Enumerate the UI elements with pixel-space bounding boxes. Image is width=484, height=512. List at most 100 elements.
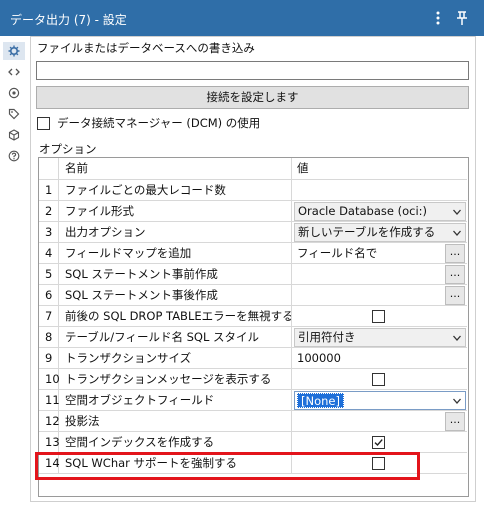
options-label: オプション bbox=[39, 142, 97, 156]
option-value: フィールド名で bbox=[297, 246, 378, 260]
configuration-tab[interactable] bbox=[3, 42, 25, 60]
option-row[interactable]: 2 ファイル形式 Oracle Database (oci:) bbox=[39, 201, 467, 222]
option-name: ファイルごとの最大レコード数 bbox=[60, 180, 292, 200]
option-value-cell: 引用符付き bbox=[293, 327, 467, 347]
more-options-icon[interactable] bbox=[433, 9, 443, 27]
option-value-cell: ... bbox=[293, 285, 467, 305]
option-value-cell: Oracle Database (oci:) bbox=[293, 201, 467, 221]
title-bar: データ出力 (7) - 設定 bbox=[0, 0, 484, 36]
dropdown-value: Oracle Database (oci:) bbox=[298, 204, 428, 218]
code-icon bbox=[8, 68, 20, 76]
option-value-cell: ... bbox=[293, 411, 467, 431]
option-value-cell: [None] bbox=[293, 390, 467, 410]
gear-icon bbox=[8, 45, 20, 57]
row-number: 12 bbox=[39, 411, 60, 431]
option-row[interactable]: 11 空間オブジェクトフィールド [None] bbox=[39, 390, 467, 411]
option-row[interactable]: 6 SQL ステートメント事後作成... bbox=[39, 285, 467, 306]
chevron-down-icon bbox=[453, 209, 461, 215]
option-name: SQL ステートメント事前作成 bbox=[60, 264, 292, 284]
option-row[interactable]: 4 フィールドマップを追加 フィールド名で... bbox=[39, 243, 467, 264]
row-number: 9 bbox=[39, 348, 59, 368]
target-label: ファイルまたはデータベースへの書き込み bbox=[37, 41, 255, 55]
annotation-tab[interactable] bbox=[3, 105, 25, 123]
row-number: 14 bbox=[39, 453, 60, 473]
option-name: 出力オプション bbox=[60, 222, 292, 242]
option-name: フィールドマップを追加 bbox=[60, 243, 292, 263]
option-dropdown[interactable]: [None] bbox=[294, 391, 466, 410]
option-value-cell bbox=[293, 180, 467, 200]
row-number: 3 bbox=[39, 222, 59, 242]
options-grid: 名前 値 1 ファイルごとの最大レコード数 2 ファイル形式 Oracle Databa… bbox=[38, 157, 469, 497]
option-value-cell: 新しいテーブルを作成する bbox=[293, 222, 467, 242]
option-value-cell bbox=[293, 453, 467, 473]
row-number: 4 bbox=[39, 243, 59, 263]
option-value-cell: フィールド名で... bbox=[293, 243, 467, 263]
target-input[interactable] bbox=[36, 61, 469, 80]
browse-button[interactable]: ... bbox=[445, 286, 465, 305]
option-checkbox[interactable] bbox=[372, 457, 385, 470]
value-column-header: 値 bbox=[293, 158, 467, 179]
row-number: 13 bbox=[39, 432, 60, 452]
pin-icon[interactable] bbox=[455, 9, 469, 27]
row-number: 7 bbox=[39, 306, 59, 326]
option-checkbox[interactable] bbox=[372, 436, 385, 449]
dcm-label: データ接続マネージャー (DCM) の使用 bbox=[57, 116, 261, 130]
option-value-cell bbox=[293, 369, 467, 389]
option-checkbox[interactable] bbox=[372, 310, 385, 323]
option-value-cell bbox=[293, 306, 467, 326]
dropdown-value: 引用符付き bbox=[298, 330, 356, 344]
target-tab[interactable] bbox=[3, 84, 25, 102]
dcm-checkbox[interactable] bbox=[37, 116, 50, 130]
chevron-down-icon bbox=[453, 398, 461, 404]
browse-button[interactable]: ... bbox=[445, 412, 465, 431]
option-checkbox[interactable] bbox=[372, 373, 385, 386]
side-toolbar bbox=[0, 36, 30, 512]
option-row[interactable]: 13 空間インデックスを作成する bbox=[39, 432, 467, 453]
row-number: 1 bbox=[39, 180, 59, 200]
option-row[interactable]: 3 出力オプション 新しいテーブルを作成する bbox=[39, 222, 467, 243]
option-name: 空間インデックスを作成する bbox=[60, 432, 292, 452]
option-value-cell bbox=[293, 432, 467, 452]
option-row[interactable]: 1 ファイルごとの最大レコード数 bbox=[39, 180, 467, 201]
option-value-cell: ... bbox=[293, 264, 467, 284]
option-name: 投影法 bbox=[60, 411, 292, 431]
option-name: テーブル/フィールド名 SQL スタイル bbox=[60, 327, 292, 347]
dcm-option: データ接続マネージャー (DCM) の使用 bbox=[37, 115, 260, 131]
option-dropdown[interactable]: 新しいテーブルを作成する bbox=[294, 223, 466, 242]
value-column-label: 値 bbox=[297, 161, 309, 175]
option-row[interactable]: 7 前後の SQL DROP TABLEエラーを無視する bbox=[39, 306, 467, 327]
option-name: 空間オブジェクトフィールド bbox=[60, 390, 292, 410]
grid-header-row: 名前 値 bbox=[39, 158, 467, 180]
browse-button[interactable]: ... bbox=[445, 265, 465, 284]
checkmark-icon bbox=[374, 439, 383, 447]
option-dropdown[interactable]: 引用符付き bbox=[294, 328, 466, 347]
configuration-panel: ファイルまたはデータベースへの書き込み 接続を設定します データ接続マネージャー… bbox=[30, 36, 476, 502]
option-row[interactable]: 9 トランザクションサイズ 100000 bbox=[39, 348, 467, 369]
help-icon bbox=[8, 150, 20, 162]
row-number-header bbox=[39, 158, 59, 179]
set-up-connection-button[interactable]: 接続を設定します bbox=[36, 86, 469, 109]
row-number: 5 bbox=[39, 264, 59, 284]
option-row[interactable]: 5 SQL ステートメント事前作成... bbox=[39, 264, 467, 285]
option-row[interactable]: 12 投影法... bbox=[39, 411, 467, 432]
row-number: 2 bbox=[39, 201, 59, 221]
metadata-tab[interactable] bbox=[3, 126, 25, 144]
row-number: 11 bbox=[39, 390, 60, 410]
option-row[interactable]: 8 テーブル/フィールド名 SQL スタイル 引用符付き bbox=[39, 327, 467, 348]
browse-button[interactable]: ... bbox=[445, 244, 465, 263]
help-tab[interactable] bbox=[3, 147, 25, 165]
option-row[interactable]: 10 トランザクションメッセージを表示する bbox=[39, 369, 467, 390]
target-icon bbox=[8, 87, 20, 99]
row-number: 10 bbox=[39, 369, 60, 389]
option-name: トランザクションサイズ bbox=[60, 348, 292, 368]
row-number: 8 bbox=[39, 327, 59, 347]
option-dropdown[interactable]: Oracle Database (oci:) bbox=[294, 202, 466, 221]
option-row[interactable]: 14 SQL WChar サポートを強制する bbox=[39, 453, 467, 474]
option-name: トランザクションメッセージを表示する bbox=[60, 369, 292, 389]
option-name: SQL WChar サポートを強制する bbox=[60, 453, 292, 473]
option-value[interactable]: 100000 bbox=[297, 348, 341, 369]
code-tab[interactable] bbox=[3, 63, 25, 81]
dropdown-value: 新しいテーブルを作成する bbox=[298, 225, 436, 239]
chevron-down-icon bbox=[453, 230, 461, 236]
row-number: 6 bbox=[39, 285, 59, 305]
